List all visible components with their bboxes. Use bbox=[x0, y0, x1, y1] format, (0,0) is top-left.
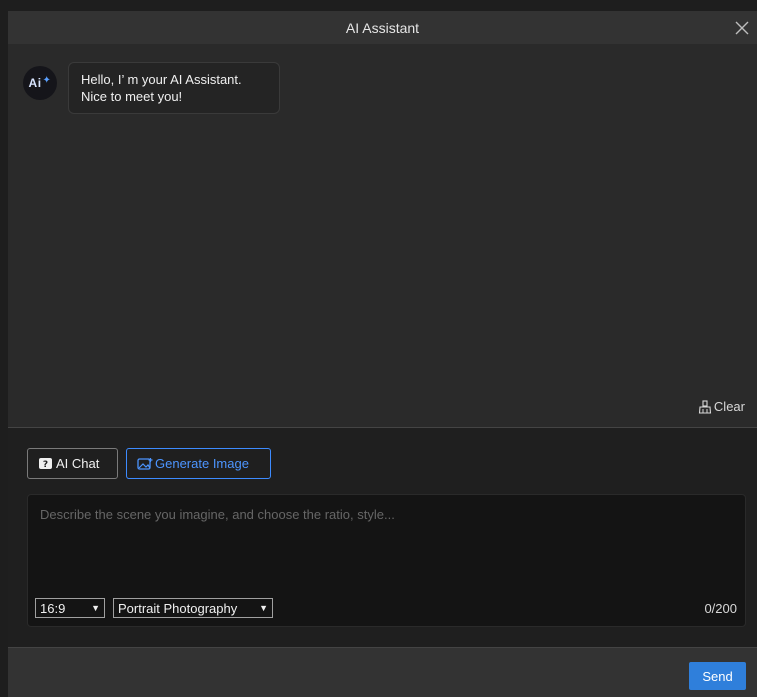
prompt-box: 16:9 ▼ Portrait Photography ▼ 0/200 bbox=[27, 494, 746, 627]
title-bar: AI Assistant bbox=[8, 11, 757, 44]
assistant-avatar: Ai ✦ bbox=[23, 66, 57, 100]
ai-assistant-window: AI Assistant Ai ✦ Hello, I’ m your AI Ass… bbox=[8, 11, 757, 697]
ratio-select[interactable]: 16:9 ▼ bbox=[35, 598, 105, 618]
input-panel: ? AI Chat Generate Image 16:9 ▼ Portrait bbox=[8, 428, 757, 647]
tab-label: Generate Image bbox=[155, 456, 249, 471]
tab-ai-chat[interactable]: ? AI Chat bbox=[27, 448, 118, 479]
mode-tabs: ? AI Chat Generate Image bbox=[27, 448, 271, 479]
svg-text:?: ? bbox=[43, 460, 48, 470]
caret-down-icon: ▼ bbox=[259, 603, 268, 613]
send-button[interactable]: Send bbox=[689, 662, 746, 690]
tab-label: AI Chat bbox=[56, 456, 100, 471]
character-counter: 0/200 bbox=[704, 601, 737, 616]
assistant-message-bubble: Hello, I’ m your AI Assistant. Nice to m… bbox=[68, 62, 280, 114]
prompt-input[interactable] bbox=[40, 507, 730, 577]
caret-down-icon: ▼ bbox=[91, 603, 100, 613]
style-select[interactable]: Portrait Photography ▼ bbox=[113, 598, 273, 618]
footer: Send bbox=[8, 647, 757, 697]
style-value: Portrait Photography bbox=[118, 600, 238, 616]
image-icon bbox=[137, 457, 153, 470]
sparkle-icon: ✦ bbox=[42, 74, 52, 86]
avatar-text: Ai bbox=[28, 76, 42, 90]
chat-area: Ai ✦ Hello, I’ m your AI Assistant. Nice … bbox=[8, 44, 757, 427]
ratio-value: 16:9 bbox=[40, 600, 66, 616]
broom-icon bbox=[698, 399, 712, 414]
clear-button[interactable]: Clear bbox=[698, 399, 745, 414]
close-button[interactable] bbox=[731, 17, 753, 39]
close-icon bbox=[735, 21, 749, 35]
message-line: Hello, I’ m your AI Assistant. bbox=[81, 72, 242, 87]
window-title: AI Assistant bbox=[345, 19, 420, 36]
chat-question-icon: ? bbox=[39, 457, 52, 470]
clear-label: Clear bbox=[713, 399, 745, 414]
message-line: Nice to meet you! bbox=[81, 89, 183, 104]
tab-generate-image[interactable]: Generate Image bbox=[126, 448, 271, 479]
